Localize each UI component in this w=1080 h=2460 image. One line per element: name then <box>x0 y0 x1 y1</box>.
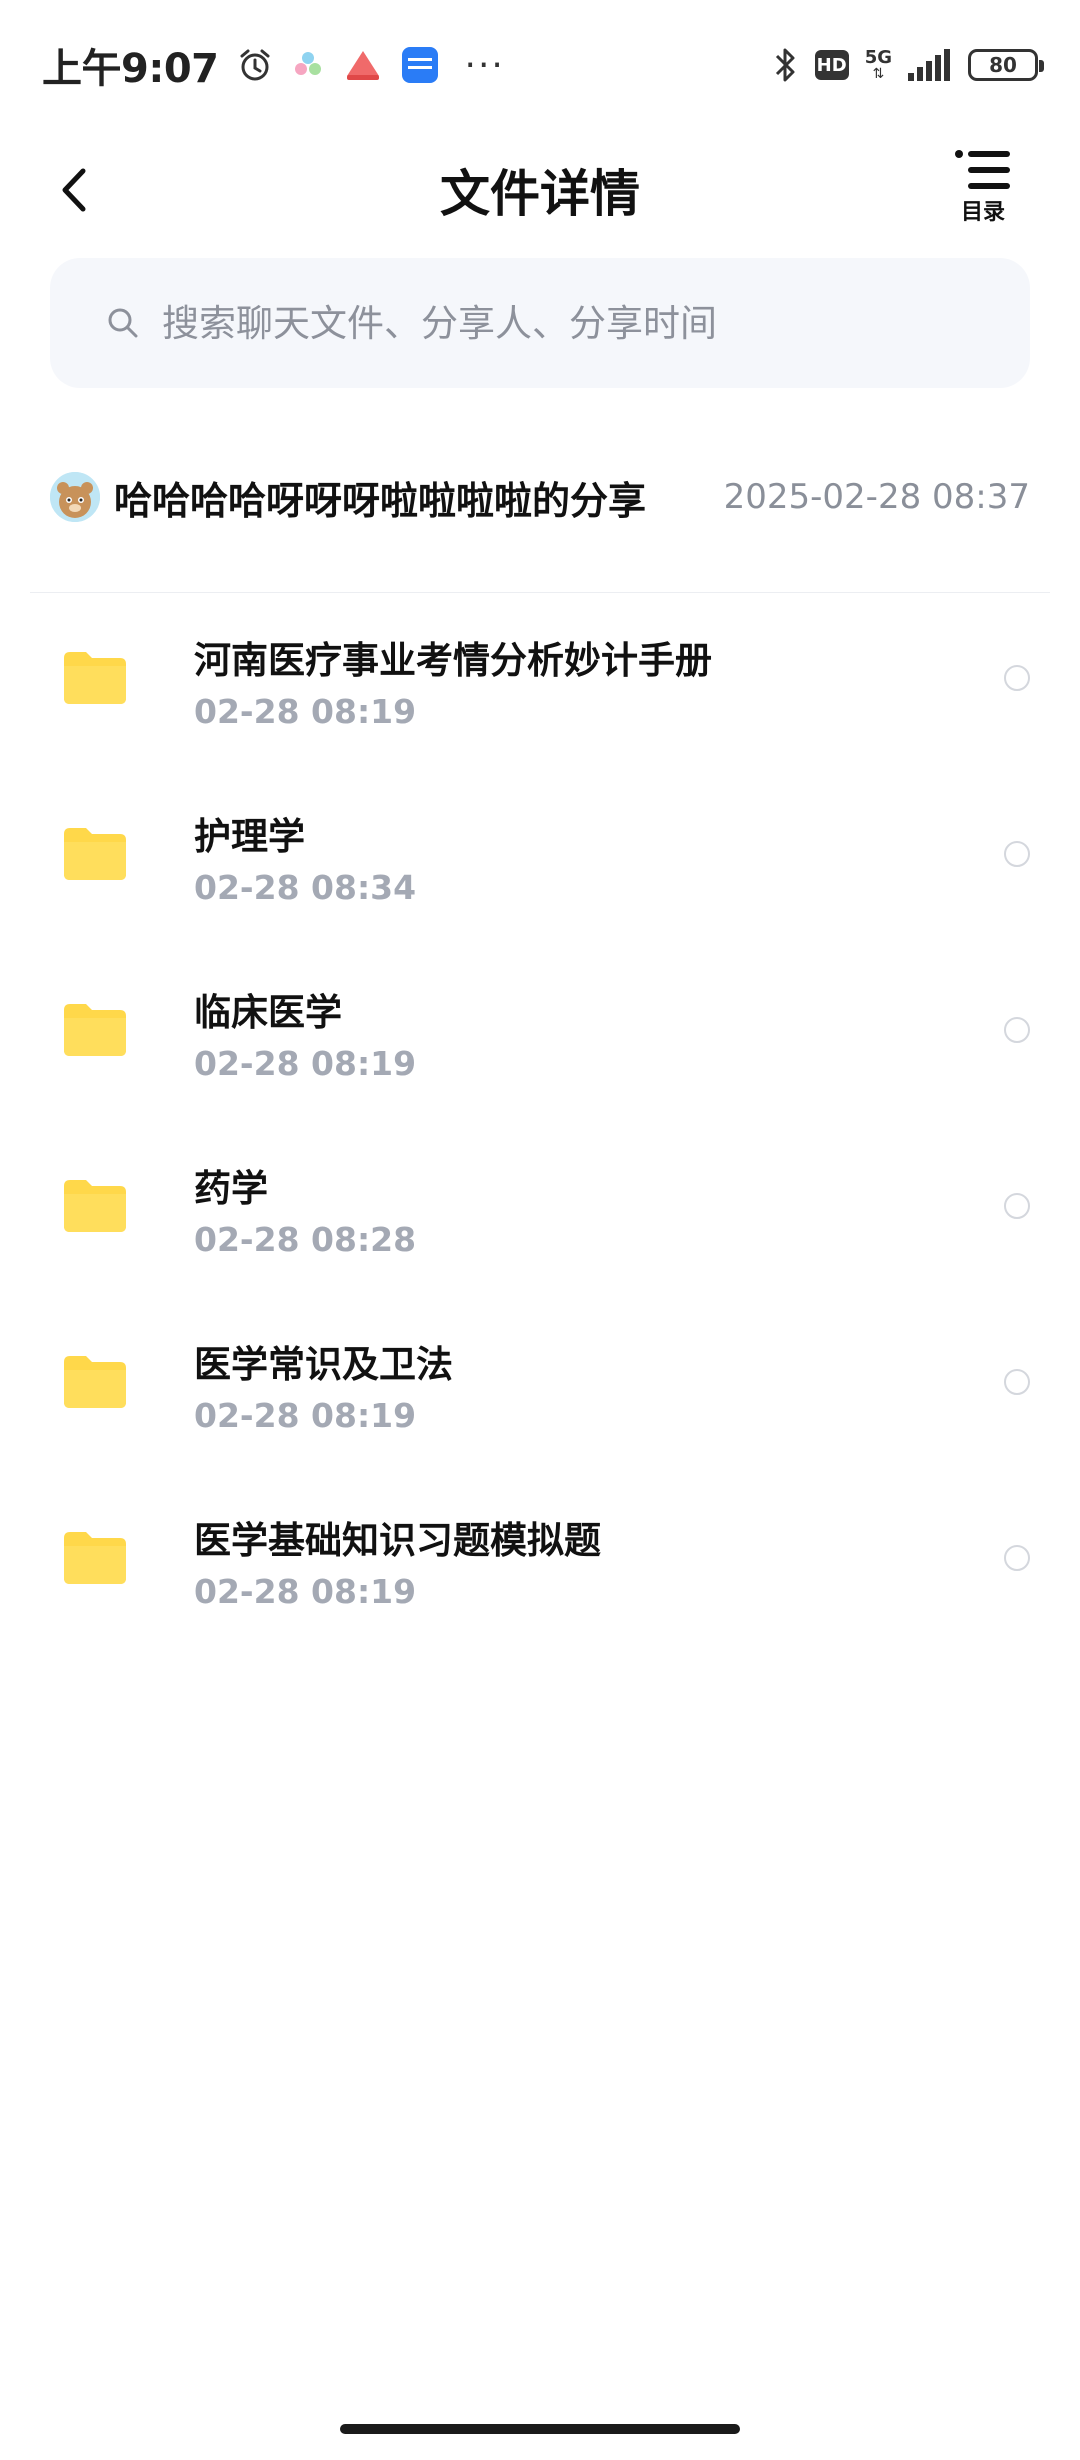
file-row[interactable]: 医学常识及卫法 02-28 08:19 <box>0 1304 1080 1480</box>
file-time: 02-28 08:19 <box>194 1396 417 1435</box>
file-list: 河南医疗事业考情分析妙计手册 02-28 08:19 护理学 02-28 08:… <box>0 600 1080 1656</box>
file-row[interactable]: 护理学 02-28 08:34 <box>0 776 1080 952</box>
sharer-name: 哈哈哈哈呀呀呀啦啦啦啦的分享 <box>114 478 647 523</box>
battery-indicator: 80 <box>968 49 1044 81</box>
more-notifications: ··· <box>464 44 505 86</box>
file-time: 02-28 08:28 <box>194 1220 417 1259</box>
status-right: HD 5G ⇅ 80 <box>773 46 1044 84</box>
file-row[interactable]: 医学基础知识习题模拟题 02-28 08:19 <box>0 1480 1080 1656</box>
share-time: 2025-02-28 08:37 <box>723 477 1030 517</box>
select-radio[interactable] <box>1004 841 1030 867</box>
network-indicator: 5G ⇅ <box>864 47 892 82</box>
page-title: 文件详情 <box>440 165 640 223</box>
back-button[interactable] <box>44 158 104 222</box>
toc-label: 目录 <box>960 200 1005 225</box>
screen: 上午9:07 ··· HD 5G ⇅ 80 文件详情 目录 搜索聊天文件、分享人… <box>0 0 1080 2460</box>
file-name: 药学 <box>194 1167 268 1210</box>
app-icon-1 <box>291 48 325 82</box>
app-icon-3 <box>401 46 439 84</box>
app-icon-2 <box>343 48 383 82</box>
divider <box>30 592 1050 593</box>
file-time: 02-28 08:34 <box>194 868 417 907</box>
file-name: 临床医学 <box>194 991 342 1034</box>
chevron-left-icon <box>62 168 86 212</box>
file-row[interactable]: 河南医疗事业考情分析妙计手册 02-28 08:19 <box>0 600 1080 776</box>
folder-icon <box>64 1532 126 1584</box>
file-row[interactable]: 临床医学 02-28 08:19 <box>0 952 1080 1128</box>
select-radio[interactable] <box>1004 1369 1030 1395</box>
file-time: 02-28 08:19 <box>194 692 417 731</box>
search-icon <box>106 306 140 340</box>
select-radio[interactable] <box>1004 1017 1030 1043</box>
share-header: 哈哈哈哈呀呀呀啦啦啦啦的分享 2025-02-28 08:37 <box>50 465 1030 529</box>
list-icon <box>955 150 1010 189</box>
file-row[interactable]: 药学 02-28 08:28 <box>0 1128 1080 1304</box>
status-time: 上午9:07 <box>42 46 219 92</box>
status-left: 上午9:07 ··· <box>42 36 505 94</box>
status-bar: 上午9:07 ··· HD 5G ⇅ 80 <box>0 0 1080 130</box>
folder-icon <box>64 652 126 704</box>
toc-button[interactable]: 目录 <box>948 148 1018 238</box>
header: 文件详情 目录 <box>0 130 1080 250</box>
avatar[interactable] <box>50 472 100 522</box>
file-name: 护理学 <box>194 815 305 858</box>
file-time: 02-28 08:19 <box>194 1572 417 1611</box>
file-name: 医学常识及卫法 <box>194 1343 453 1386</box>
folder-icon <box>64 1004 126 1056</box>
signal-icon <box>908 49 952 81</box>
alarm-icon <box>237 47 273 83</box>
select-radio[interactable] <box>1004 1545 1030 1571</box>
file-name: 医学基础知识习题模拟题 <box>194 1519 601 1562</box>
file-time: 02-28 08:19 <box>194 1044 417 1083</box>
select-radio[interactable] <box>1004 665 1030 691</box>
data-arrows-icon: ⇅ <box>872 66 885 82</box>
folder-icon <box>64 1180 126 1232</box>
search-bar[interactable] <box>50 258 1030 388</box>
hd-badge: HD <box>814 50 849 80</box>
bluetooth-icon <box>773 46 799 84</box>
home-indicator[interactable] <box>340 2424 740 2434</box>
search-input[interactable] <box>162 301 982 345</box>
folder-icon <box>64 828 126 880</box>
file-name: 河南医疗事业考情分析妙计手册 <box>194 639 712 682</box>
network-label: 5G <box>864 47 892 68</box>
select-radio[interactable] <box>1004 1193 1030 1219</box>
folder-icon <box>64 1356 126 1408</box>
